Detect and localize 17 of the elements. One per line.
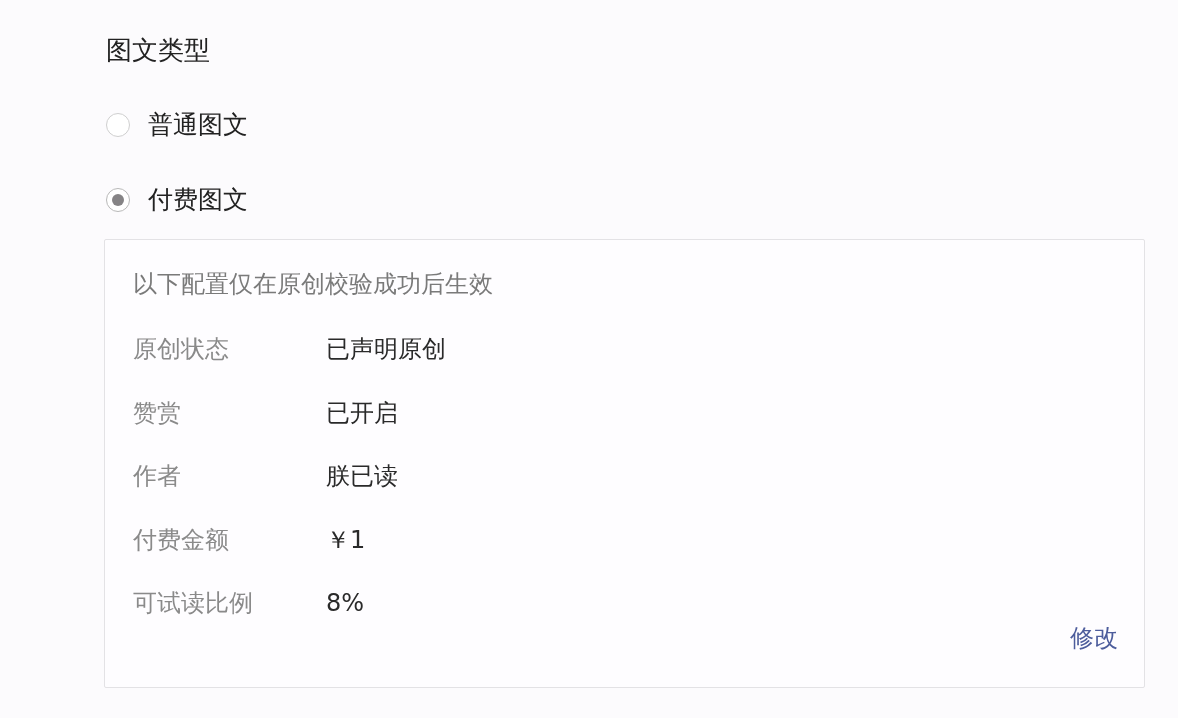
- field-label: 作者: [133, 461, 182, 492]
- field-label: 可试读比例: [133, 588, 254, 619]
- field-value: ￥1: [326, 524, 366, 556]
- field-value: 已开启: [326, 397, 398, 429]
- field-label: 付费金额: [133, 524, 230, 556]
- option-label[interactable]: 普通图文: [148, 109, 248, 141]
- option-label[interactable]: 付费图文: [148, 184, 248, 216]
- radio-button[interactable]: [106, 113, 130, 137]
- notice-text: 以下配置仅在原创校验成功后生效: [133, 269, 493, 300]
- radio-button[interactable]: [106, 188, 130, 212]
- edit-link[interactable]: 修改: [1070, 622, 1118, 654]
- field-label: 原创状态: [133, 334, 230, 365]
- field-value: 8%: [326, 588, 365, 619]
- section-title: 图文类型: [106, 34, 210, 66]
- field-value: 朕已读: [326, 461, 398, 492]
- field-label: 赞赏: [133, 397, 182, 429]
- field-value: 已声明原创: [326, 334, 446, 365]
